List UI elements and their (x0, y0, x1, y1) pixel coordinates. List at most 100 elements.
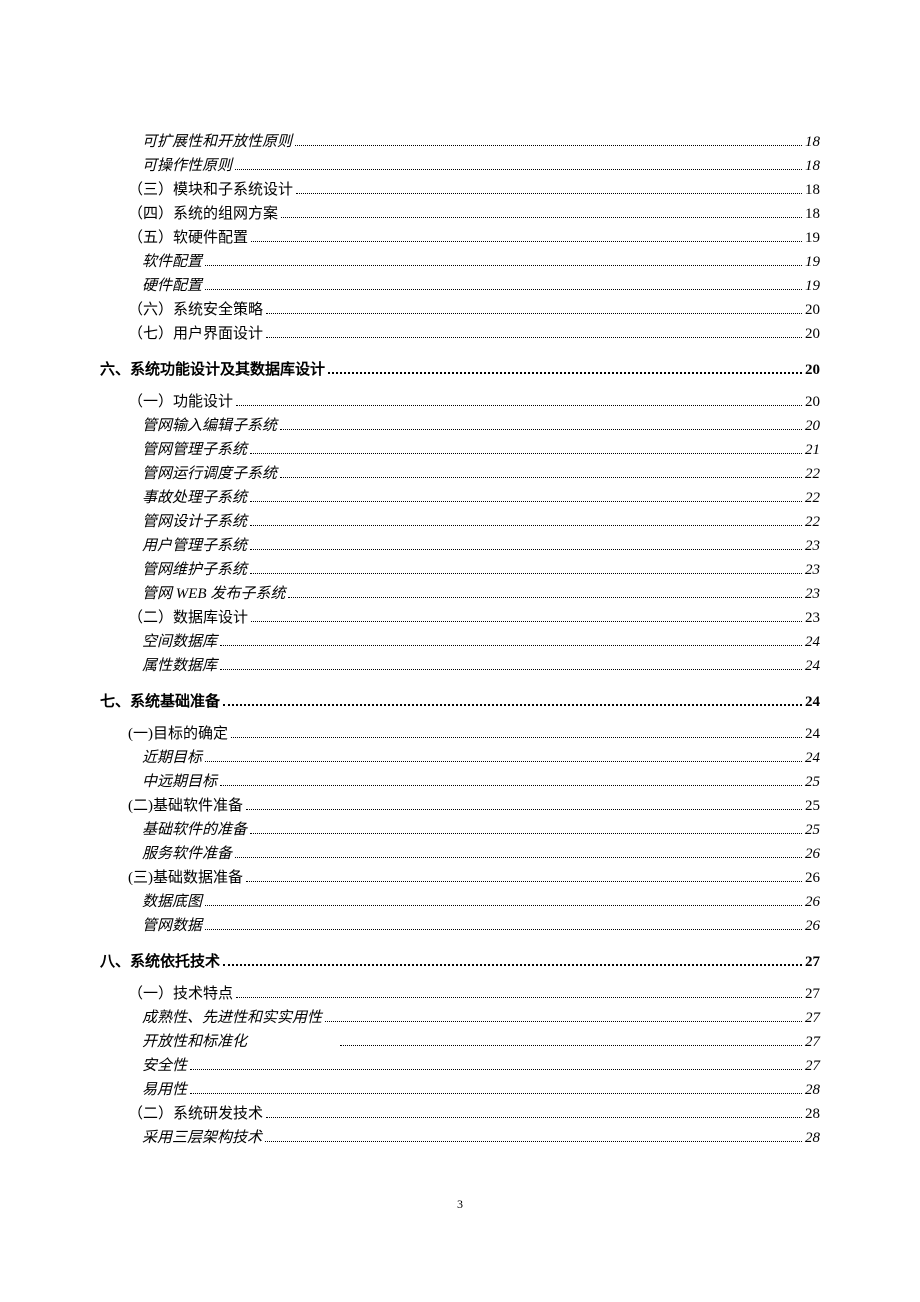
toc-page-number: 18 (805, 154, 820, 178)
toc-entry: 管网数据 26 (100, 914, 820, 938)
toc-entry: 服务软件准备26 (100, 842, 820, 866)
toc-page-number: 24 (805, 746, 820, 770)
toc-entry: 管网维护子系统23 (100, 558, 820, 582)
toc-label: 事故处理子系统 (142, 486, 247, 510)
toc-leader-dots (340, 1045, 802, 1046)
toc-leader-dots (288, 597, 802, 598)
toc-page-number: 23 (805, 534, 820, 558)
toc-label: (二)基础软件准备 (128, 794, 243, 818)
toc-entry: （三）模块和子系统设计18 (100, 178, 820, 202)
toc-leader-dots (223, 964, 802, 966)
toc-label: 服务软件准备 (142, 842, 232, 866)
toc-page-number: 18 (805, 178, 820, 202)
toc-entry: 基础软件的准备 25 (100, 818, 820, 842)
toc-entry: 七、系统基础准备 24 (100, 690, 820, 714)
toc-leader-dots (236, 997, 802, 998)
toc-leader-dots (280, 477, 802, 478)
toc-label: 空间数据库 (142, 630, 217, 654)
toc-leader-dots (235, 169, 802, 170)
toc-label: 可操作性原则 (142, 154, 232, 178)
toc-label: 软件配置 (142, 250, 202, 274)
toc-leader-dots (246, 881, 802, 882)
page-footer: 3 (0, 1197, 920, 1212)
toc-label: （六）系统安全策略 (128, 298, 263, 322)
toc-label: 安全性 (142, 1054, 187, 1078)
toc-leader-dots (250, 453, 802, 454)
toc-page-number: 18 (805, 130, 820, 154)
toc-page-number: 25 (805, 818, 820, 842)
toc-page-number: 27 (805, 1030, 820, 1054)
toc-entry: 可操作性原则 18 (100, 154, 820, 178)
toc-entry: 中远期目标25 (100, 770, 820, 794)
toc-label: 近期目标 (142, 746, 202, 770)
toc-label: 采用三层架构技术 (142, 1126, 262, 1150)
toc-page-number: 27 (805, 1054, 820, 1078)
toc-label: （五）软硬件配置 (128, 226, 248, 250)
toc-page-number: 23 (805, 582, 820, 606)
toc-label: 管网运行调度子系统 (142, 462, 277, 486)
toc-leader-dots (250, 833, 802, 834)
toc-page-number: 22 (805, 462, 820, 486)
toc-entry: 近期目标 24 (100, 746, 820, 770)
toc-leader-dots (205, 265, 802, 266)
toc-entry: 用户管理子系统23 (100, 534, 820, 558)
toc-page-number: 22 (805, 486, 820, 510)
toc-entry: （二）系统研发技术28 (100, 1102, 820, 1126)
toc-page-number: 20 (805, 358, 820, 382)
toc-page-number: 19 (805, 274, 820, 298)
toc-container: 可扩展性和开放性原则18可操作性原则18（三）模块和子系统设计18（四）系统的组… (0, 0, 920, 1150)
toc-leader-dots (280, 429, 802, 430)
toc-page-number: 20 (805, 390, 820, 414)
toc-label: 七、系统基础准备 (100, 690, 220, 714)
toc-entry: （四）系统的组网方案18 (100, 202, 820, 226)
toc-label: (一)目标的确定 (128, 722, 228, 746)
toc-label: 基础软件的准备 (142, 818, 247, 842)
toc-page-number: 18 (805, 202, 820, 226)
toc-page-number: 24 (805, 654, 820, 678)
toc-leader-dots (328, 372, 802, 374)
toc-label: 管网设计子系统 (142, 510, 247, 534)
toc-label: （一）技术特点 (128, 982, 233, 1006)
toc-leader-dots (251, 621, 802, 622)
toc-entry: (一)目标的确定24 (100, 722, 820, 746)
toc-label: 管网数据 (142, 914, 202, 938)
toc-label: 六、系统功能设计及其数据库设计 (100, 358, 325, 382)
toc-leader-dots (223, 704, 802, 706)
toc-label: 属性数据库 (142, 654, 217, 678)
toc-entry: 安全性 27 (100, 1054, 820, 1078)
toc-entry: （六）系统安全策略20 (100, 298, 820, 322)
toc-label: （七）用户界面设计 (128, 322, 263, 346)
toc-label: 易用性 (142, 1078, 187, 1102)
toc-leader-dots (205, 761, 802, 762)
toc-page-number: 27 (805, 1006, 820, 1030)
toc-entry: （二）数据库设计23 (100, 606, 820, 630)
toc-leader-dots (235, 857, 802, 858)
toc-label: （二）数据库设计 (128, 606, 248, 630)
toc-leader-dots (236, 405, 802, 406)
toc-page-number: 27 (805, 950, 820, 974)
toc-entry: 管网输入编辑子系统20 (100, 414, 820, 438)
toc-leader-dots (295, 145, 802, 146)
toc-page-number: 23 (805, 558, 820, 582)
toc-page-number: 28 (805, 1078, 820, 1102)
toc-entry: 管网设计子系统22 (100, 510, 820, 534)
toc-leader-dots (250, 525, 802, 526)
toc-page-number: 24 (805, 690, 820, 714)
toc-label: (三)基础数据准备 (128, 866, 243, 890)
toc-entry: 可扩展性和开放性原则18 (100, 130, 820, 154)
toc-page-number: 25 (805, 770, 820, 794)
toc-label: 管网 WEB 发布子系统 (142, 582, 285, 606)
toc-entry: （一）技术特点27 (100, 982, 820, 1006)
toc-entry: 软件配置19 (100, 250, 820, 274)
toc-leader-dots (250, 573, 802, 574)
toc-page-number: 26 (805, 890, 820, 914)
toc-label: （二）系统研发技术 (128, 1102, 263, 1126)
toc-page-number: 26 (805, 914, 820, 938)
toc-entry: （五）软硬件配置 19 (100, 226, 820, 250)
toc-entry: 数据底图26 (100, 890, 820, 914)
toc-leader-dots (205, 289, 802, 290)
toc-entry: 管网管理子系统21 (100, 438, 820, 462)
toc-page-number: 19 (805, 226, 820, 250)
toc-leader-dots (220, 785, 802, 786)
toc-entry: 属性数据库 24 (100, 654, 820, 678)
